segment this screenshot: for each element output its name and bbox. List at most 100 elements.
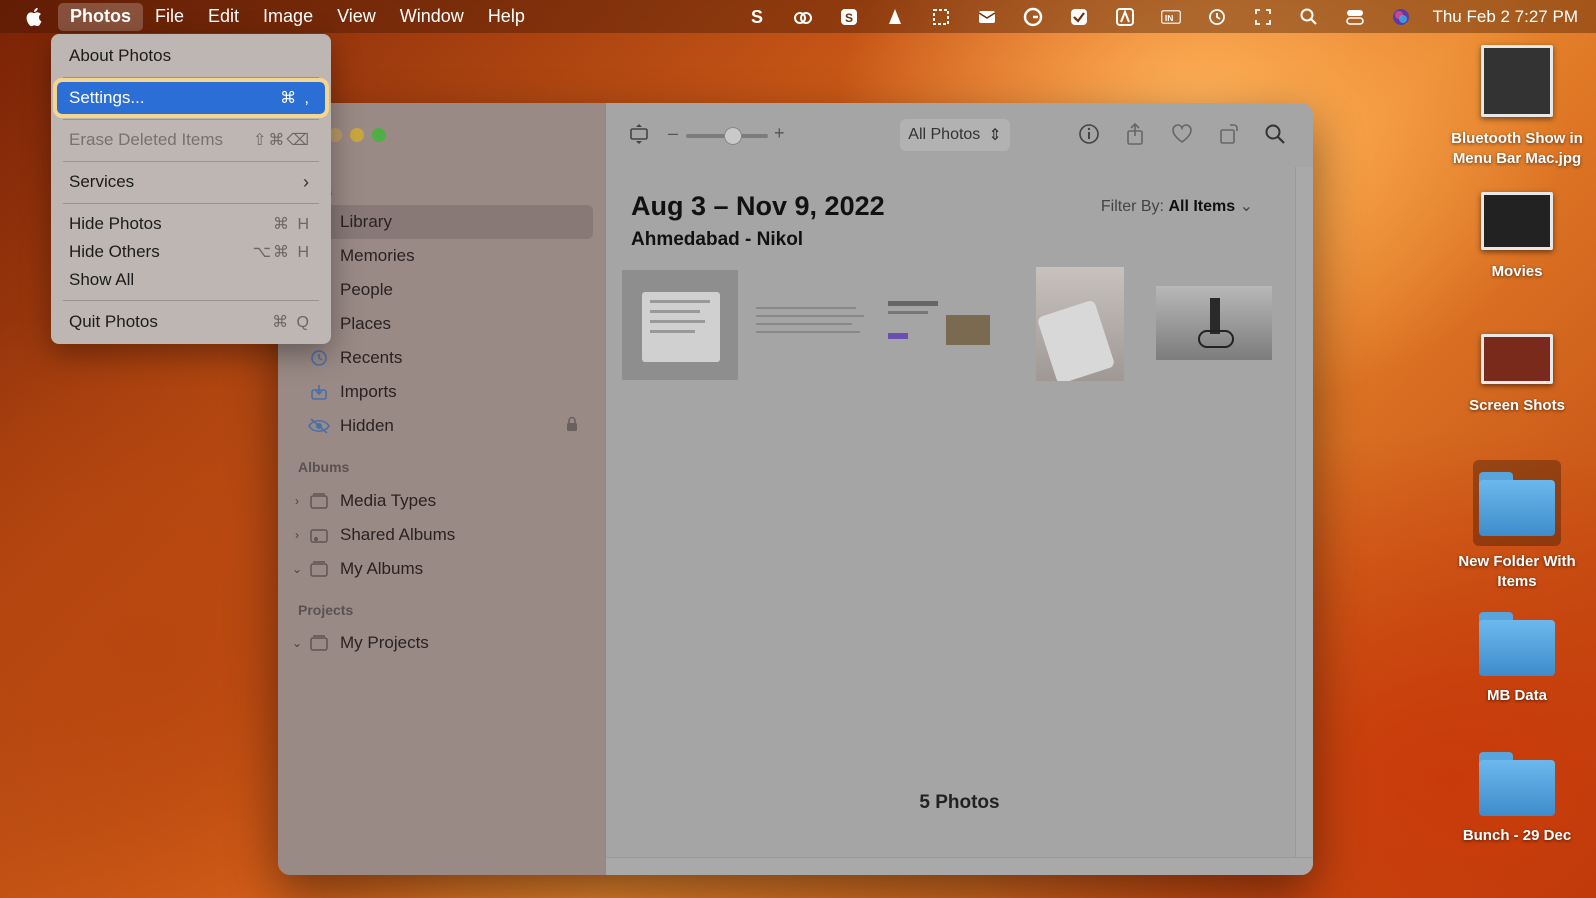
photo-thumbnail[interactable] xyxy=(888,295,1000,355)
menu-item-label: About Photos xyxy=(69,46,172,65)
view-select[interactable]: All Photos ⇕ xyxy=(900,119,1010,151)
date-range-title: Aug 3 – Nov 9, 2022 xyxy=(631,191,885,221)
minimize-window-button[interactable] xyxy=(350,128,364,142)
menu-separator xyxy=(63,119,319,120)
sidebar-item-label: Hidden xyxy=(340,416,394,435)
menu-separator xyxy=(63,77,319,78)
clock[interactable]: Thu Feb 2 7:27 PM xyxy=(1432,7,1578,27)
menu-item-services[interactable]: Services › xyxy=(57,166,325,198)
zoom-window-button[interactable] xyxy=(372,128,386,142)
sidebar-item-my-albums[interactable]: ⌄ My Albums xyxy=(278,552,579,586)
heart-icon[interactable] xyxy=(1167,119,1197,149)
menu-item-shortcut: ⌥⌘ H xyxy=(252,244,311,261)
desktop-item-label: MB Data xyxy=(1486,687,1547,704)
photo-thumbnail[interactable] xyxy=(756,303,868,343)
sidebar-item-memories[interactable]: Memories xyxy=(292,239,593,273)
desktop-item-movies[interactable]: Movies xyxy=(1442,192,1592,282)
sidebar-item-label: Imports xyxy=(340,382,397,401)
filter-label: Filter By: xyxy=(1100,198,1164,215)
filter-control[interactable]: Filter By: All Items ⌄ xyxy=(1101,196,1253,216)
zoom-slider-knob[interactable] xyxy=(724,127,742,145)
sidebar-item-places[interactable]: Places xyxy=(292,307,593,341)
zoom-in-icon[interactable]: + xyxy=(774,123,785,144)
menu-window[interactable]: Window xyxy=(388,3,476,31)
desktop-item-screen-shots[interactable]: Screen Shots xyxy=(1442,334,1592,416)
photos-window: os Library Memories People Places Recent… xyxy=(278,103,1313,875)
scrollbar[interactable] xyxy=(1295,167,1313,875)
vlc-icon[interactable] xyxy=(872,0,918,33)
sidebar-item-hidden[interactable]: Hidden xyxy=(292,409,593,443)
apple-icon[interactable] xyxy=(24,6,46,28)
chevron-down-icon[interactable]: ⌄ xyxy=(290,636,304,650)
zoom-out-icon[interactable]: – xyxy=(668,123,678,144)
clock-icon xyxy=(308,347,330,369)
share-icon[interactable] xyxy=(1120,119,1150,149)
siri-icon[interactable] xyxy=(1378,0,1424,33)
scrivener-icon[interactable]: S xyxy=(734,0,780,33)
creative-cloud-icon[interactable] xyxy=(780,0,826,33)
slideshow-toggle-icon[interactable] xyxy=(624,119,654,149)
sidebar-item-imports[interactable]: Imports xyxy=(292,375,593,409)
chevron-down-icon[interactable]: ⌄ xyxy=(290,562,304,576)
skype-icon[interactable]: S xyxy=(826,0,872,33)
menu-item-shortcut: ⇧⌘⌫ xyxy=(252,132,311,149)
time-machine-icon[interactable] xyxy=(1194,0,1240,33)
photo-thumbnail[interactable] xyxy=(622,270,738,380)
menu-item-erase-deleted: Erase Deleted Items ⇧⌘⌫ xyxy=(57,124,325,156)
mail-icon[interactable] xyxy=(964,0,1010,33)
view-select-value: All Photos xyxy=(908,126,981,143)
desktop-item-bluetooth-image[interactable]: Bluetooth Show in Menu Bar Mac.jpg xyxy=(1442,45,1592,169)
updown-chevron-icon: ⇕ xyxy=(988,127,1002,144)
tick-icon[interactable] xyxy=(1056,0,1102,33)
info-icon[interactable] xyxy=(1074,119,1104,149)
projects-section-header: Projects xyxy=(298,602,354,618)
desktop-item-mb-data[interactable]: MB Data xyxy=(1442,612,1592,706)
photo-thumbnail[interactable] xyxy=(1036,267,1124,381)
sidebar-item-library[interactable]: Library xyxy=(292,205,593,239)
sidebar-item-people[interactable]: People xyxy=(292,273,593,307)
svg-text:S: S xyxy=(751,7,763,27)
desktop-item-label: Movies xyxy=(1491,263,1543,280)
search-icon[interactable] xyxy=(1260,119,1290,149)
menu-help[interactable]: Help xyxy=(476,3,537,31)
menu-file[interactable]: File xyxy=(143,3,196,31)
menu-separator xyxy=(63,161,319,162)
control-center-icon[interactable] xyxy=(1332,0,1378,33)
menu-photos[interactable]: Photos xyxy=(58,2,143,31)
sidebar-item-shared-albums[interactable]: › Shared Albums xyxy=(278,518,579,552)
sidebar-item-recents[interactable]: Recents xyxy=(292,341,593,375)
sidebar-item-label: Library xyxy=(340,212,392,231)
chevron-right-icon[interactable]: › xyxy=(290,528,304,542)
photo-thumbnail[interactable] xyxy=(1156,286,1272,360)
autocad-icon[interactable] xyxy=(1102,0,1148,33)
photo-count: 5 Photos xyxy=(919,792,1000,813)
menu-item-label: Hide Others xyxy=(69,242,160,261)
sidebar-item-media-types[interactable]: › Media Types xyxy=(278,484,579,518)
sidebar-item-my-projects[interactable]: ⌄ My Projects xyxy=(278,626,579,660)
menu-edit[interactable]: Edit xyxy=(196,3,251,31)
desktop-item-label: New Folder With Items xyxy=(1458,553,1576,590)
desktop-item-new-folder[interactable]: New Folder With Items xyxy=(1442,460,1592,592)
input-icon[interactable]: IN xyxy=(1148,0,1194,33)
rotate-icon[interactable] xyxy=(1214,119,1244,149)
menu-item-show-all[interactable]: Show All xyxy=(57,264,325,296)
desktop-item-bunch-29-dec[interactable]: Bunch - 29 Dec xyxy=(1442,752,1592,846)
menu-item-about-photos[interactable]: About Photos xyxy=(57,40,325,72)
sidebar-item-label: My Albums xyxy=(340,559,424,578)
sidebar-item-label: My Projects xyxy=(340,633,429,652)
menu-item-quit-photos[interactable]: Quit Photos ⌘ Q xyxy=(57,306,325,338)
window-controls xyxy=(328,128,386,142)
screenshot-icon[interactable] xyxy=(918,0,964,33)
spotlight-icon[interactable] xyxy=(1286,0,1332,33)
grammarly-icon[interactable] xyxy=(1010,0,1056,33)
menu-item-settings[interactable]: Settings... ⌘ , xyxy=(53,78,329,118)
chevron-right-icon[interactable]: › xyxy=(290,494,304,508)
image-file-icon xyxy=(1481,45,1553,117)
chevron-down-icon: ⌄ xyxy=(1239,198,1253,215)
main-content: – + All Photos ⇕ Aug 3 – Nov 9, 2022 Ahm… xyxy=(605,103,1313,875)
shared-album-icon xyxy=(308,524,330,546)
expand-icon[interactable] xyxy=(1240,0,1286,33)
menu-view[interactable]: View xyxy=(325,3,388,31)
bottom-edge xyxy=(606,857,1313,875)
menu-image[interactable]: Image xyxy=(251,3,325,31)
